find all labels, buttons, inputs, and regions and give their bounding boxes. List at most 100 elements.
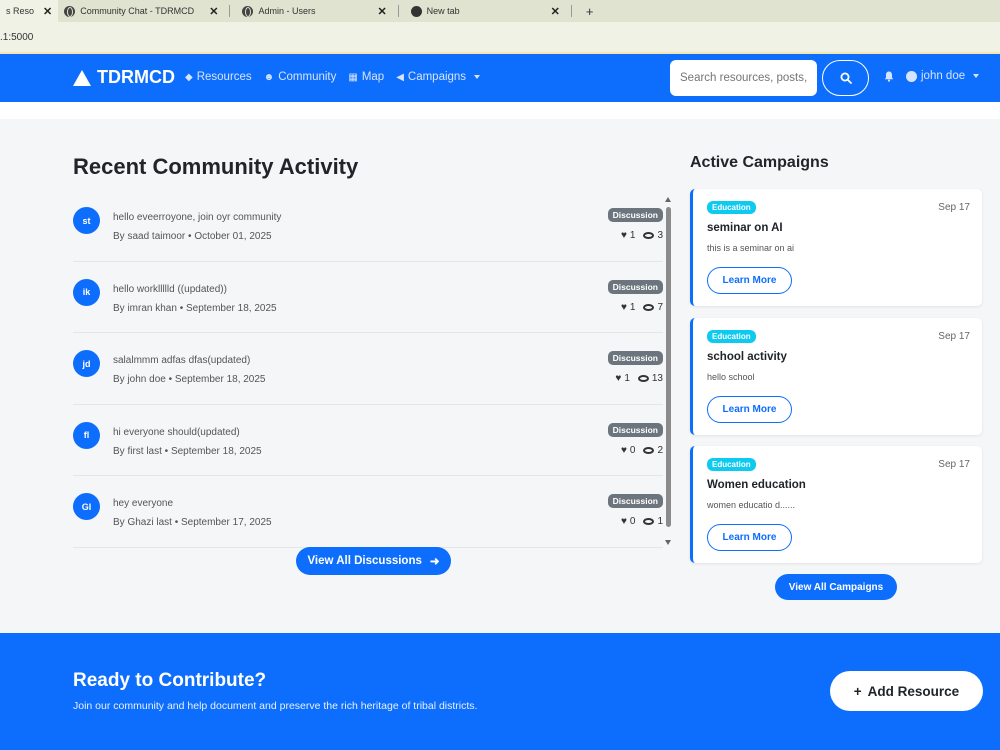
status-badge: Discussion [607,494,663,508]
new-tab-button[interactable]: + [578,0,602,22]
campaign-date: Sep 17 [938,331,970,342]
section-title: Recent Community Activity [73,154,359,179]
tab-label: New tab [426,6,460,16]
scrollbar-thumb[interactable] [666,207,671,527]
nav-item-campaigns[interactable]: ◀ Campaigns [396,71,481,83]
brand-logo[interactable]: TDRMCD [73,67,175,88]
nav-links: ◆ Resources ☻ Community ▦ Map ◀ Campaign… [185,71,481,83]
like-count: 1 [624,373,630,384]
address-bar[interactable]: .1:5000 [0,22,1000,54]
campaigns-title: Active Campaigns [690,154,829,171]
scroll-down-icon[interactable] [665,540,671,545]
list-item[interactable]: jd salalmmm adfas dfas(updated) By john … [73,333,663,405]
browser-tabbar: s Reso ✕ Community Chat - TDRMCD ✕ Admin… [0,0,1000,22]
post-stats: ♥ 1 13 [615,373,663,384]
cta-title: Ready to Contribute? [73,670,267,691]
browser-tab[interactable]: s Reso ✕ [0,0,59,22]
category-badge: Education [707,201,756,214]
tab-separator [397,5,399,17]
chrome-icon [410,5,422,17]
post-title[interactable]: salalmmm adfas dfas(updated) [113,355,250,366]
view-all-campaigns-button[interactable]: View All Campaigns [775,574,897,600]
list-item[interactable]: fl hi everyone should(updated) By first … [73,405,663,476]
campaign-card: Education Sep 17 Women education women e… [690,446,982,563]
status-badge: Discussion [607,351,663,365]
post-meta: By imran khan • September 18, 2025 [113,302,277,314]
scroll-up-icon[interactable] [665,197,671,202]
button-label: View All Discussions [307,555,422,567]
nav-item-label: Community [278,71,337,83]
mountain-icon [73,69,91,86]
post-title[interactable]: hi everyone should(updated) [113,427,240,438]
search-icon [840,72,852,84]
eye-icon [643,232,655,239]
list-item[interactable]: st hello eveerroyone, join oyr community… [73,190,663,262]
like-count: 0 [629,516,636,527]
learn-more-button[interactable]: Learn More [707,267,792,294]
tab-separator [570,5,572,17]
tab-label: Admin - Users [258,6,316,16]
avatar: fl [73,421,100,449]
scrollbar[interactable] [665,197,672,545]
tab-separator [229,5,231,17]
view-count: 1 [657,516,663,527]
post-title[interactable]: hey everyone [113,498,173,509]
avatar: st [73,207,100,234]
nav-item-label: Campaigns [407,71,467,83]
view-count: 7 [657,301,663,313]
close-icon[interactable]: ✕ [209,5,218,18]
nav-item-map[interactable]: ▦ Map [348,71,384,83]
post-title[interactable]: hello eveerroyone, join oyr community [113,212,281,223]
post-meta: By saad taimoor • October 01, 2025 [113,231,272,242]
add-resource-button[interactable]: + Add Resource [830,671,983,711]
close-icon[interactable]: ✕ [551,5,560,18]
address-text: .1:5000 [0,32,34,43]
view-count: 13 [651,373,663,384]
eye-icon [643,518,655,525]
navbar-spacer [0,102,1000,119]
campaign-card: Education Sep 17 school activity hello s… [690,318,982,435]
list-item[interactable]: ik hello workllllld ((updated)) By imran… [73,262,663,333]
campaign-desc: women educatio d...... [707,500,796,510]
eye-icon [637,375,649,382]
post-stats: ♥ 1 3 [621,230,663,241]
heart-icon: ♥ [615,373,622,384]
cta-text: Join our community and help document and… [73,700,478,712]
post-stats: ♥ 0 1 [621,516,663,527]
view-count: 3 [657,230,663,241]
post-meta: By first last • September 18, 2025 [113,445,262,457]
learn-more-button[interactable]: Learn More [707,524,792,551]
gem-icon: ◆ [185,71,193,83]
bell-icon[interactable] [884,71,894,85]
browser-tab[interactable]: New tab ✕ [405,0,578,22]
user-menu[interactable]: john doe [906,70,980,82]
heart-icon: ♥ [620,516,627,527]
activity-list: st hello eveerroyone, join oyr community… [73,190,663,548]
avatar: Gl [73,493,100,520]
like-count: 1 [629,301,636,313]
nav-item-resources[interactable]: ◆ Resources [185,71,252,83]
close-icon[interactable]: ✕ [43,5,52,18]
browser-tab[interactable]: Community Chat - TDRMCD ✕ [58,0,236,22]
like-count: 0 [629,444,636,456]
view-count: 2 [657,444,663,456]
heart-icon: ♥ [620,230,627,241]
campaign-desc: hello school [707,372,755,382]
campaign-date: Sep 17 [938,459,970,470]
tab-label: Community Chat - TDRMCD [80,6,195,16]
learn-more-button[interactable]: Learn More [707,396,792,423]
nav-item-community[interactable]: ☻ Community [264,71,337,83]
category-badge: Education [707,330,756,343]
chevron-down-icon [474,75,481,79]
list-item[interactable]: Gl hey everyone By Ghazi last • Septembe… [73,476,663,548]
users-icon: ☻ [263,71,275,83]
post-title[interactable]: hello workllllld ((updated)) [113,284,227,295]
globe-icon [242,5,254,17]
search-button[interactable] [822,60,869,96]
close-icon[interactable]: ✕ [377,5,386,18]
search-input[interactable] [670,60,817,96]
cta-section: Ready to Contribute? Join our community … [0,633,1000,750]
view-all-discussions-button[interactable]: View All Discussions ➜ [296,547,451,575]
campaign-date: Sep 17 [938,202,970,213]
browser-tab[interactable]: Admin - Users ✕ [236,0,404,22]
